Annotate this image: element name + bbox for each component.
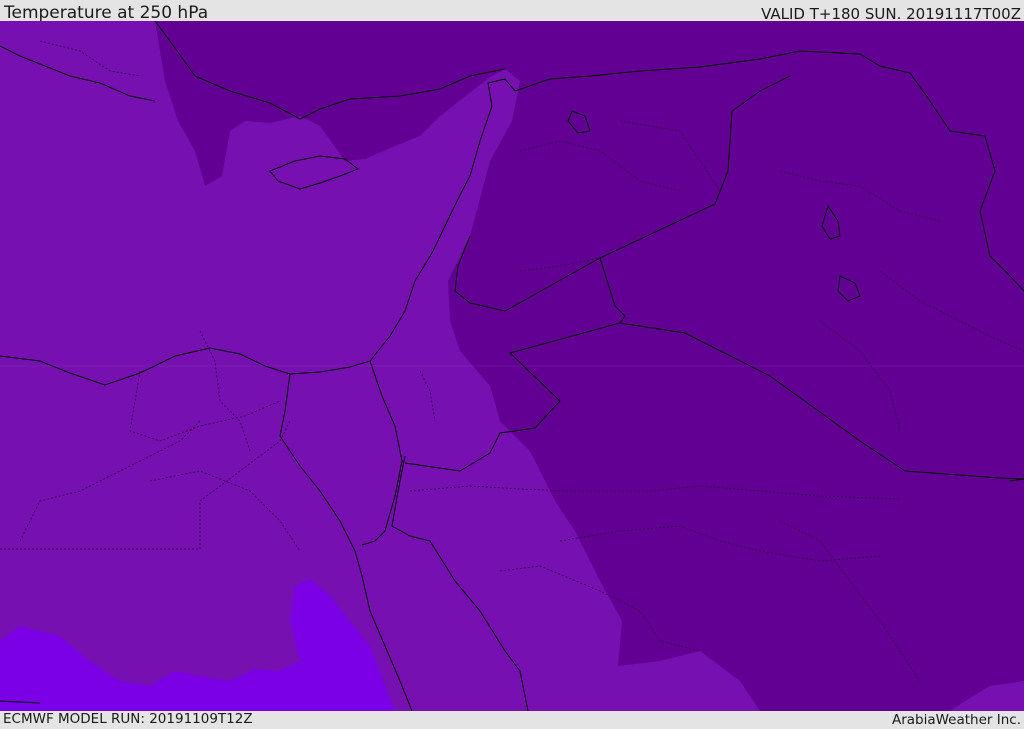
model-run-label: ECMWF MODEL RUN: 20191109T12Z bbox=[3, 711, 253, 727]
footer-bar: ECMWF MODEL RUN: 20191109T12Z ArabiaWeat… bbox=[0, 711, 1024, 729]
map-canvas bbox=[0, 21, 1024, 711]
credit-label: ArabiaWeather Inc. bbox=[891, 712, 1021, 728]
map-title: Temperature at 250 hPa bbox=[4, 3, 209, 23]
weather-map-frame: Temperature at 250 hPa VALID T+180 SUN. … bbox=[0, 0, 1024, 729]
header-bar: Temperature at 250 hPa VALID T+180 SUN. … bbox=[0, 0, 1024, 23]
temperature-map bbox=[0, 21, 1024, 711]
